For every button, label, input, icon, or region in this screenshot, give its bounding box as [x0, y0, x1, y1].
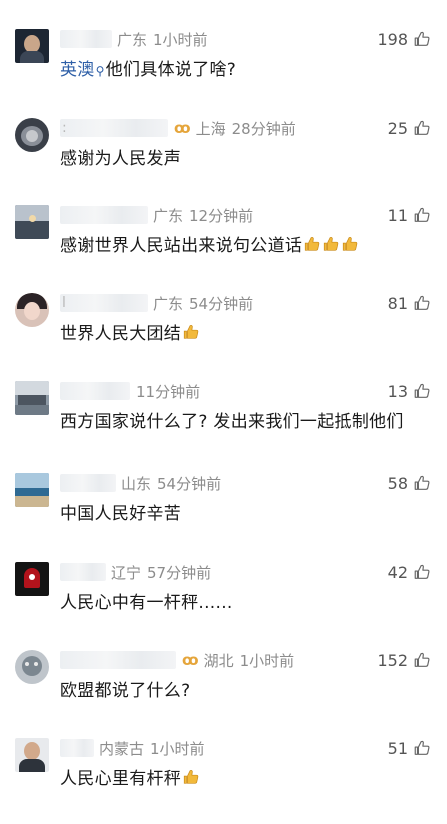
thumbs-up-outline-icon — [414, 120, 430, 135]
comment-text: 西方国家说什么了? 发出来我们一起抵制他们 — [60, 412, 404, 432]
comment-meta: 内蒙古 1小时前 — [60, 738, 205, 758]
ip-location: 广东 — [153, 206, 184, 225]
comment-text: 欧盟都说了什么? — [60, 681, 191, 701]
comment-meta: 山东 54分钟前 — [60, 473, 221, 493]
mention-link[interactable]: 英澳 — [60, 60, 95, 80]
comment-meta: 11分钟前 — [60, 381, 200, 401]
like-count: 152 — [377, 650, 408, 670]
comment-item: l 广东 54分钟前 81 世界人民大团结 — [0, 293, 447, 379]
like-button[interactable]: 13 — [388, 381, 431, 401]
comment-feed: 广东 1小时前 198 英澳⚲他们具体说了啥? : ꝏ 上海 28分钟前 25 … — [0, 0, 447, 800]
like-count: 13 — [387, 381, 408, 401]
comment-time: 11分钟前 — [136, 382, 201, 401]
comment-item: 辽宁 57分钟前 42 人民心中有一杆秤...... — [0, 562, 447, 648]
like-count: 11 — [387, 205, 408, 225]
comment-item: : ꝏ 上海 28分钟前 25 感谢为人民发声 — [0, 118, 447, 204]
like-count: 25 — [387, 118, 408, 138]
avatar[interactable] — [15, 738, 49, 772]
avatar[interactable] — [15, 473, 49, 507]
thumbs-up-outline-icon — [414, 383, 430, 398]
comment-text: 感谢世界人民站出来说句公道话 — [60, 231, 359, 256]
avatar[interactable] — [15, 205, 49, 239]
like-button[interactable]: 198 — [377, 29, 431, 49]
thumbs-up-outline-icon — [414, 740, 430, 755]
thumbs-up-outline-icon — [414, 31, 430, 46]
avatar[interactable] — [15, 650, 49, 684]
comment-meta: l 广东 54分钟前 — [60, 293, 253, 313]
comment-item: 内蒙古 1小时前 51 人民心里有杆秤 — [0, 738, 447, 824]
thumbs-up-emoji-icon — [343, 237, 358, 251]
search-icon: ⚲ — [95, 64, 105, 78]
comment-text: 人民心中有一杆秤...... — [60, 593, 233, 613]
comment-time: 54分钟前 — [189, 294, 254, 313]
thumbs-up-outline-icon — [414, 652, 430, 667]
comment-item: ꝏ 湖北 1小时前 152 欧盟都说了什么? — [0, 650, 447, 736]
like-count: 42 — [387, 562, 408, 582]
like-button[interactable]: 25 — [388, 118, 431, 138]
avatar[interactable] — [15, 562, 49, 596]
thumbs-up-emoji-icon — [324, 237, 339, 251]
comment-text: 感谢为人民发声 — [60, 149, 182, 169]
comment-time: 54分钟前 — [157, 474, 222, 493]
username-redacted[interactable] — [60, 739, 94, 757]
comment-time: 28分钟前 — [231, 119, 296, 138]
comment-meta: : ꝏ 上海 28分钟前 — [60, 118, 296, 138]
like-button[interactable]: 51 — [388, 738, 431, 758]
comment-time: 12分钟前 — [189, 206, 254, 225]
comment-time: 1小时前 — [153, 30, 208, 49]
like-count: 58 — [387, 473, 408, 493]
like-button[interactable]: 58 — [388, 473, 431, 493]
like-count: 198 — [377, 29, 408, 49]
thumbs-up-outline-icon — [414, 475, 430, 490]
ip-location: 辽宁 — [111, 563, 142, 582]
comment-item: 11分钟前 13 西方国家说什么了? 发出来我们一起抵制他们 — [0, 381, 447, 467]
like-count: 81 — [387, 293, 408, 313]
username-redacted[interactable] — [60, 206, 148, 224]
thumbs-up-outline-icon — [414, 295, 430, 310]
ip-location: 上海 — [195, 119, 226, 138]
thumbs-up-outline-icon — [414, 564, 430, 579]
member-badge-icon: ꝏ — [174, 119, 191, 137]
thumbs-up-emoji-icon — [183, 325, 199, 339]
ip-location: 广东 — [117, 30, 148, 49]
comment-text: 世界人民大团结 — [60, 319, 200, 344]
avatar[interactable] — [15, 293, 49, 327]
comment-time: 1小时前 — [239, 651, 295, 670]
comment-text: 人民心里有杆秤 — [60, 764, 200, 789]
like-button[interactable]: 81 — [388, 293, 431, 313]
username-redacted[interactable] — [60, 30, 112, 48]
avatar[interactable] — [15, 381, 49, 415]
avatar[interactable] — [15, 29, 49, 63]
avatar[interactable] — [15, 118, 49, 152]
comment-meta: 广东 12分钟前 — [60, 205, 253, 225]
comment-meta: ꝏ 湖北 1小时前 — [60, 650, 294, 670]
username-redacted[interactable] — [60, 651, 176, 669]
like-button[interactable]: 152 — [377, 650, 431, 670]
comment-time: 57分钟前 — [147, 563, 212, 582]
comment-item: 广东 1小时前 198 英澳⚲他们具体说了啥? — [0, 29, 447, 115]
comment-item: 山东 54分钟前 58 中国人民好辛苦 — [0, 473, 447, 559]
member-badge-icon: ꝏ — [182, 651, 199, 669]
thumbs-up-outline-icon — [414, 207, 430, 222]
ip-location: 山东 — [121, 474, 152, 493]
comment-meta: 辽宁 57分钟前 — [60, 562, 211, 582]
thumbs-up-emoji-icon — [305, 237, 320, 251]
comment-text: 英澳⚲他们具体说了啥? — [60, 60, 237, 80]
username-redacted[interactable]: : — [60, 119, 168, 137]
like-button[interactable]: 42 — [388, 562, 431, 582]
username-redacted[interactable] — [60, 563, 106, 581]
username-redacted[interactable] — [60, 382, 130, 400]
like-button[interactable]: 11 — [388, 205, 431, 225]
ip-location: 内蒙古 — [99, 739, 145, 758]
username-redacted[interactable] — [60, 474, 116, 492]
comment-text: 中国人民好辛苦 — [60, 504, 182, 524]
ip-location: 广东 — [153, 294, 184, 313]
like-count: 51 — [387, 738, 408, 758]
comment-time: 1小时前 — [150, 739, 205, 758]
comment-item: 广东 12分钟前 11 感谢世界人民站出来说句公道话 — [0, 205, 447, 291]
comment-meta: 广东 1小时前 — [60, 29, 208, 49]
username-redacted[interactable]: l — [60, 294, 148, 312]
thumbs-up-emoji-icon — [183, 770, 199, 784]
ip-location: 湖北 — [203, 651, 234, 670]
